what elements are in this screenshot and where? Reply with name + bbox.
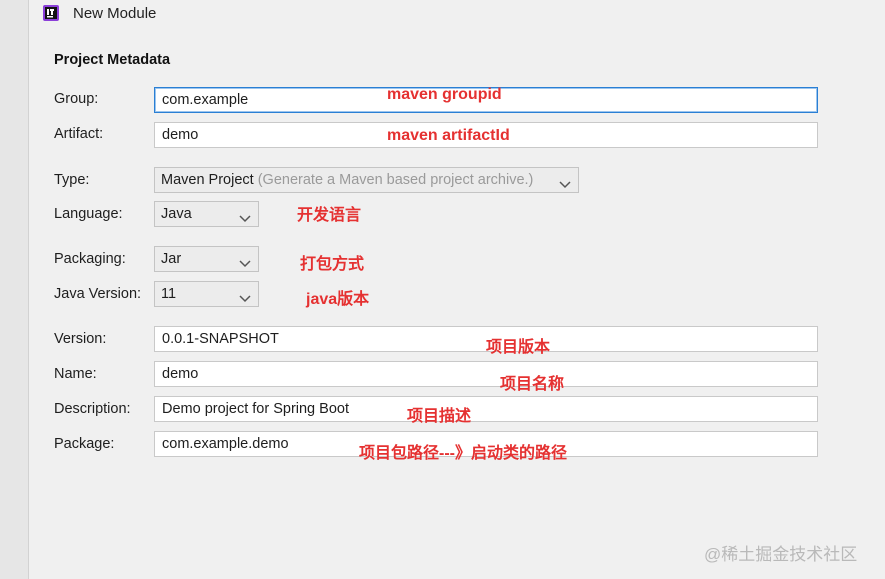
annotation-name: 项目名称: [500, 376, 565, 393]
package-label: Package:: [54, 436, 115, 452]
chevron-down-icon: [238, 208, 252, 223]
annotation-artifact: maven artifactId: [387, 127, 510, 144]
chevron-down-icon: [238, 288, 252, 303]
artifact-label: Artifact:: [54, 126, 104, 142]
language-value: Java: [161, 206, 192, 222]
java-version-label: Java Version:: [54, 286, 142, 302]
annotation-version: 项目版本: [486, 339, 551, 356]
language-dropdown[interactable]: Java: [154, 201, 259, 227]
chevron-down-icon: [558, 174, 572, 189]
java-version-dropdown[interactable]: 11: [154, 281, 259, 307]
packaging-dropdown[interactable]: Jar: [154, 246, 259, 272]
language-label: Language:: [54, 206, 123, 222]
section-title: Project Metadata: [54, 52, 171, 68]
watermark: @稀土掘金技术社区: [704, 545, 858, 564]
description-label: Description:: [54, 401, 131, 417]
title-bar: [29, 0, 885, 30]
intellij-icon: [43, 5, 59, 21]
packaging-value: Jar: [161, 251, 182, 267]
version-label: Version:: [54, 331, 107, 347]
annotation-language: 开发语言: [297, 207, 362, 224]
packaging-label: Packaging:: [54, 251, 126, 267]
annotation-java-version: java版本: [306, 291, 370, 308]
type-label: Type:: [54, 172, 90, 188]
annotation-package: 项目包路径---》启动类的路径: [359, 445, 567, 462]
annotation-group: maven groupid: [387, 86, 502, 103]
left-window-strip: [0, 0, 29, 579]
annotation-description: 项目描述: [407, 408, 472, 425]
type-value: Maven Project: [161, 172, 254, 188]
annotation-packaging: 打包方式: [300, 256, 365, 273]
group-label: Group:: [54, 91, 99, 107]
type-dropdown[interactable]: Maven Project (Generate a Maven based pr…: [154, 167, 579, 193]
description-input[interactable]: Demo project for Spring Boot: [154, 396, 818, 422]
java-version-value: 11: [161, 286, 177, 302]
name-input[interactable]: demo: [154, 361, 818, 387]
type-hint: (Generate a Maven based project archive.…: [257, 172, 534, 188]
window-title: New Module: [73, 5, 157, 22]
name-label: Name:: [54, 366, 97, 382]
chevron-down-icon: [238, 253, 252, 268]
